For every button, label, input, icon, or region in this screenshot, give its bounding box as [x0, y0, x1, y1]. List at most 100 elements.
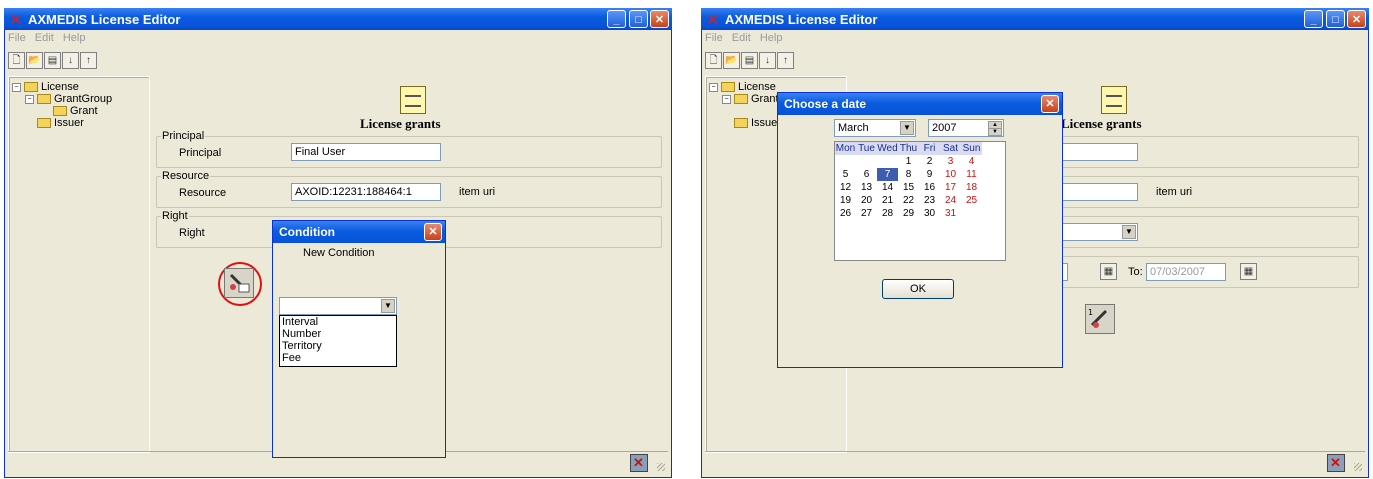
spin-down-icon[interactable]: ▼ [988, 128, 1002, 136]
ok-button[interactable]: OK [882, 279, 954, 299]
properties-icon[interactable]: ▤ [741, 52, 758, 69]
tree-node-grant[interactable]: − Grant [722, 93, 779, 105]
chevron-down-icon[interactable]: ▼ [1122, 225, 1136, 239]
year-spinner[interactable]: 2007 ▲ ▼ [928, 119, 1004, 137]
collapse-icon[interactable]: − [722, 94, 731, 104]
calendar-day[interactable]: 22 [898, 194, 919, 207]
open-folder-icon[interactable]: 📂 [723, 52, 740, 69]
option-interval[interactable]: Interval [280, 316, 396, 328]
tree-node-issuer[interactable]: Issuer [734, 117, 781, 129]
calendar-day[interactable]: 8 [898, 168, 919, 181]
collapse-icon[interactable]: − [12, 82, 21, 92]
to-date-input[interactable]: 07/03/2007 [1146, 263, 1226, 281]
close-button[interactable]: ✕ [1347, 10, 1366, 28]
menu-help[interactable]: Help [63, 32, 86, 44]
close-button[interactable]: ✕ [650, 10, 669, 28]
calendar-day[interactable]: 24 [940, 194, 961, 207]
resource-input[interactable]: AXOID:12231:188464:1 [291, 183, 441, 201]
move-up-icon[interactable]: ↑ [777, 52, 794, 69]
calendar-day[interactable]: 17 [940, 181, 961, 194]
menu-help[interactable]: Help [760, 32, 783, 44]
chevron-down-icon[interactable]: ▼ [381, 299, 395, 313]
condition-type-select[interactable]: ▼ [279, 297, 397, 315]
resize-grip[interactable] [657, 463, 665, 471]
resize-grip[interactable] [1354, 463, 1362, 471]
group-label: Resource [161, 170, 211, 182]
calendar-day[interactable]: 13 [856, 181, 877, 194]
minimize-button[interactable]: _ [1304, 10, 1323, 28]
calendar-day[interactable]: 9 [919, 168, 940, 181]
month-select[interactable]: March ▼ [834, 119, 916, 137]
weekday-header: Sun [961, 142, 982, 155]
calendar-day[interactable]: 15 [898, 181, 919, 194]
field-label: Right [179, 227, 205, 239]
add-condition-button[interactable] [224, 268, 254, 298]
calendar-day[interactable]: 23 [919, 194, 940, 207]
calendar-day[interactable]: 5 [835, 168, 856, 181]
axmedis-logo-icon: ✕ [9, 10, 23, 29]
to-label: To: [1128, 266, 1143, 278]
tree-node-license[interactable]: − License [12, 81, 79, 93]
close-button[interactable]: ✕ [1041, 95, 1059, 113]
calendar-icon[interactable]: ▦ [1240, 263, 1257, 280]
collapse-icon[interactable]: − [25, 94, 34, 104]
calendar-day[interactable]: 11 [961, 168, 982, 181]
option-number[interactable]: Number [280, 328, 396, 340]
collapse-icon[interactable]: − [709, 82, 718, 92]
close-button[interactable]: ✕ [424, 223, 442, 241]
sort-icon[interactable]: ↓ [62, 52, 79, 69]
right-titlebar[interactable]: ✕ AXMEDIS License Editor _ □ ✕ [701, 8, 1369, 30]
add-condition-button[interactable]: 1 [1085, 304, 1115, 334]
menu-file[interactable]: File [705, 32, 723, 44]
option-territory[interactable]: Territory [280, 340, 396, 352]
option-fee[interactable]: Fee [280, 352, 396, 364]
calendar-day[interactable]: 25 [961, 194, 982, 207]
tree-node-issuer[interactable]: Issuer [37, 117, 84, 129]
principal-input[interactable]: Final User [291, 143, 441, 161]
calendar-day[interactable]: 7 [877, 168, 898, 181]
new-file-icon[interactable]: 🗋 [8, 52, 25, 69]
menu-edit[interactable]: Edit [732, 32, 751, 44]
calendar-day[interactable]: 3 [940, 155, 961, 168]
sort-icon[interactable]: ↓ [759, 52, 776, 69]
minimize-button[interactable]: _ [607, 10, 626, 28]
properties-icon[interactable]: ▤ [44, 52, 61, 69]
maximize-button[interactable]: □ [1326, 10, 1345, 28]
calendar-day[interactable]: 28 [877, 207, 898, 220]
tree-node-license[interactable]: − License [709, 81, 776, 93]
calendar-day[interactable]: 31 [940, 207, 961, 220]
move-up-icon[interactable]: ↑ [80, 52, 97, 69]
calendar-day[interactable]: 16 [919, 181, 940, 194]
calendar-day[interactable]: 26 [835, 207, 856, 220]
dialog-title[interactable]: Choose a date [778, 93, 1062, 115]
menu-edit[interactable]: Edit [35, 32, 54, 44]
calendar-day[interactable]: 21 [877, 194, 898, 207]
calendar-icon[interactable]: ▦ [1100, 263, 1117, 280]
calendar-day[interactable]: 10 [940, 168, 961, 181]
calendar-day[interactable]: 19 [835, 194, 856, 207]
calendar-day[interactable]: 30 [919, 207, 940, 220]
open-folder-icon[interactable]: 📂 [26, 52, 43, 69]
menu-file[interactable]: File [8, 32, 26, 44]
calendar-day[interactable]: 18 [961, 181, 982, 194]
calendar-day[interactable]: 14 [877, 181, 898, 194]
new-file-icon[interactable]: 🗋 [705, 52, 722, 69]
maximize-button[interactable]: □ [629, 10, 648, 28]
tree-node-grant[interactable]: Grant [53, 105, 98, 117]
calendar-day[interactable]: 4 [961, 155, 982, 168]
calendar-day[interactable]: 6 [856, 168, 877, 181]
condition-options-list[interactable]: Interval Number Territory Fee [279, 315, 397, 367]
license-tree: − License − GrantGroup Grant Issuer [8, 76, 150, 453]
calendar-day[interactable]: 27 [856, 207, 877, 220]
toolbar: 🗋 📂 ▤ ↓ ↑ [8, 52, 97, 70]
left-titlebar[interactable]: ✕ AXMEDIS License Editor _ □ ✕ [4, 8, 672, 30]
calendar-day[interactable]: 12 [835, 181, 856, 194]
chevron-down-icon[interactable]: ▼ [900, 121, 914, 135]
tree-node-grantgroup[interactable]: − GrantGroup [25, 93, 112, 105]
dialog-title[interactable]: Condition [273, 221, 445, 243]
calendar-day[interactable]: 20 [856, 194, 877, 207]
weekday-header: Fri [919, 142, 940, 155]
calendar-day[interactable]: 2 [919, 155, 940, 168]
calendar-day[interactable]: 29 [898, 207, 919, 220]
calendar-day[interactable]: 1 [898, 155, 919, 168]
